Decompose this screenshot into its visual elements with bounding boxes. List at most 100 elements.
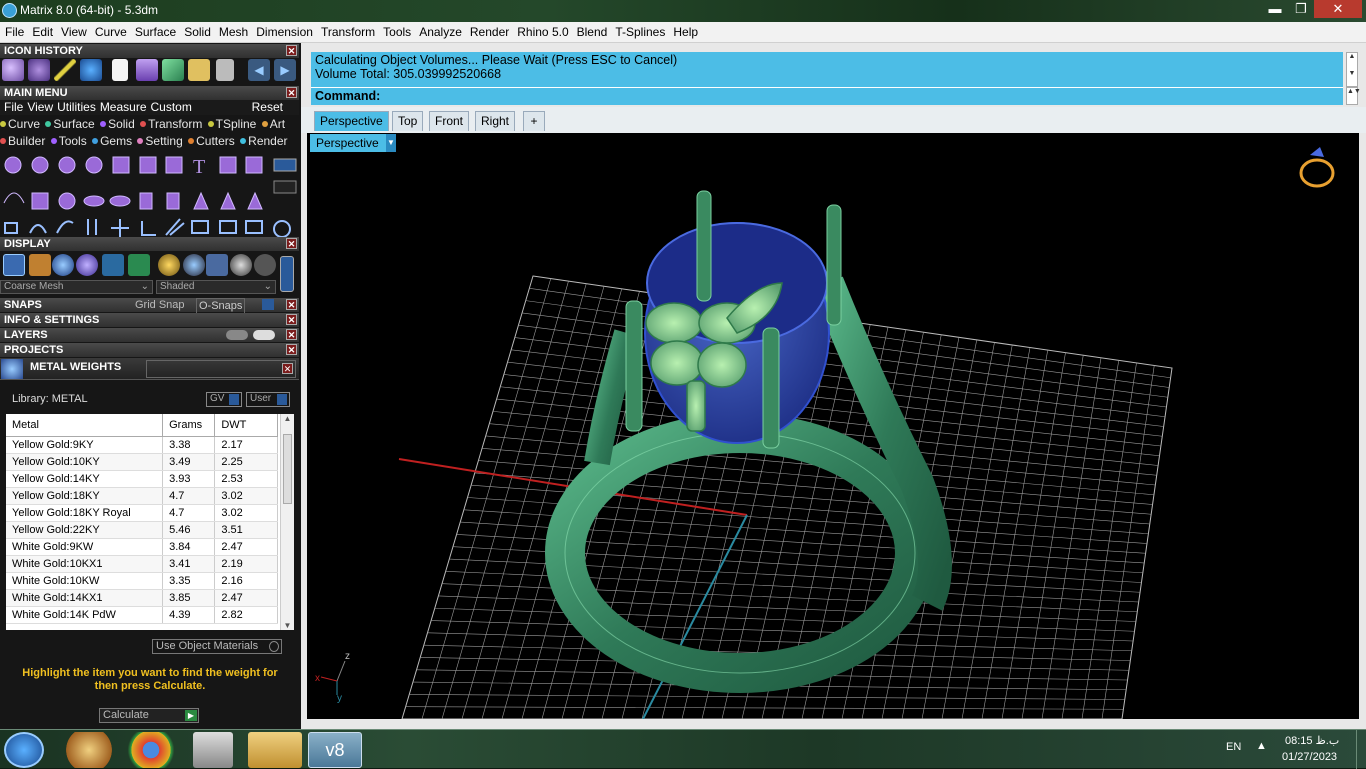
bend-icon[interactable]	[245, 220, 263, 234]
calculator-taskbar-icon[interactable]	[193, 732, 233, 768]
menu-transform[interactable]: Transform	[316, 22, 378, 39]
cone-icon[interactable]	[193, 191, 209, 210]
tab-top[interactable]: Top	[392, 111, 424, 131]
shaded-sphere-icon[interactable]	[52, 254, 74, 276]
scroll-thumb[interactable]	[283, 434, 292, 504]
menu-edit[interactable]: Edit	[27, 22, 56, 39]
table-row[interactable]: Yellow Gold:9KY 3.38 2.17	[6, 436, 278, 454]
ball-icon[interactable]	[58, 192, 76, 210]
group-icon[interactable]	[4, 222, 18, 234]
show-desktop-button[interactable]	[1356, 730, 1366, 769]
rotate-icon[interactable]	[29, 224, 47, 234]
silver-material-icon[interactable]	[183, 254, 205, 276]
tab-front[interactable]: Front	[429, 111, 470, 131]
table-row[interactable]: Yellow Gold:22KY 5.46 3.51	[6, 521, 278, 539]
category-curve[interactable]: Curve	[0, 117, 40, 131]
env-icon[interactable]	[206, 254, 228, 276]
ellipsoid-icon[interactable]	[83, 195, 105, 207]
shade-mode-select[interactable]: Shaded ⌄	[156, 280, 276, 294]
eye-icon[interactable]	[253, 330, 275, 340]
gv-toggle[interactable]: GV	[206, 392, 242, 407]
category-gems[interactable]: Gems	[92, 134, 132, 148]
close-icon[interactable]: ✕	[286, 344, 297, 355]
tab-utilities[interactable]: Utilities	[57, 100, 96, 114]
table-row[interactable]: White Gold:14KX1 3.85 2.47	[6, 589, 278, 607]
table-row[interactable]: White Gold:10KW 3.35 2.16	[6, 572, 278, 590]
scale-icon[interactable]	[56, 220, 74, 234]
flow-icon[interactable]	[191, 220, 209, 234]
text-tool-icon[interactable]: T	[193, 156, 205, 178]
tab-measure[interactable]: Measure	[100, 100, 147, 114]
sphere-icon[interactable]	[4, 156, 22, 174]
menu-tools[interactable]: Tools	[378, 22, 414, 39]
rendered-sphere-icon[interactable]	[76, 254, 98, 276]
curve-interp-icon[interactable]	[58, 156, 76, 174]
add-tab-button[interactable]: +	[523, 111, 545, 131]
category-surface[interactable]: Surface	[45, 117, 95, 131]
matrix-taskbar-icon[interactable]: v8	[308, 732, 362, 768]
osnaps-toggle[interactable]: O-Snaps	[196, 298, 246, 314]
main-menu-header[interactable]: MAIN MENU ✕	[0, 86, 299, 100]
pan-icon[interactable]	[29, 254, 51, 276]
surface-tool-icon[interactable]	[162, 59, 184, 81]
clock-time[interactable]: 08:15 ب.ظ	[1285, 734, 1339, 747]
grid-view-icon[interactable]	[3, 254, 25, 276]
table-row[interactable]: Yellow Gold:14KY 3.93 2.53	[6, 470, 278, 488]
toggle-icon[interactable]	[273, 158, 297, 172]
column-header-dwt[interactable]: DWT	[214, 414, 278, 437]
layers-header[interactable]: LAYERS ✕	[0, 328, 299, 342]
icon-history-header[interactable]: ICON HISTORY ✕	[0, 44, 299, 58]
tab-file[interactable]: File	[4, 100, 23, 114]
menu-surface[interactable]: Surface	[130, 22, 179, 39]
cylinder-icon[interactable]	[219, 156, 237, 174]
projects-header[interactable]: PROJECTS ✕	[0, 343, 299, 357]
calculate-button[interactable]: Calculate ▶	[99, 708, 199, 723]
menu-file[interactable]: File	[0, 22, 27, 39]
chrome-taskbar-icon[interactable]	[124, 732, 178, 768]
start-button[interactable]	[4, 732, 44, 768]
menu-view[interactable]: View	[56, 22, 90, 39]
move-icon[interactable]	[111, 219, 129, 237]
history-scrollbar[interactable]: ▲ ▼	[1346, 52, 1358, 87]
menu-dimension[interactable]: Dimension	[251, 22, 316, 39]
category-tools[interactable]: Tools	[50, 134, 87, 148]
close-icon[interactable]: ✕	[286, 45, 297, 56]
menu-blend[interactable]: Blend	[572, 22, 611, 39]
toggle-off-icon[interactable]	[273, 180, 297, 194]
solid-tool-icon[interactable]	[28, 59, 50, 81]
box-icon[interactable]	[112, 156, 130, 174]
box-tool-icon[interactable]	[136, 59, 158, 81]
menu-help[interactable]: Help	[668, 22, 701, 39]
pipe-icon[interactable]	[166, 192, 180, 210]
close-icon[interactable]: ✕	[286, 87, 297, 98]
gold-material-icon[interactable]	[158, 254, 180, 276]
layer-visibility-icon[interactable]	[226, 330, 248, 340]
category-transform[interactable]: Transform	[140, 117, 202, 131]
restore-button[interactable]: ❐	[1288, 0, 1314, 18]
use-object-materials-toggle[interactable]: Use Object Materials	[152, 639, 282, 654]
scroll-down-icon[interactable]: ▼	[1347, 70, 1357, 77]
gem-tool-icon[interactable]	[80, 59, 102, 81]
close-icon[interactable]: ✕	[286, 299, 297, 310]
truncated-cone-icon[interactable]	[247, 191, 263, 210]
user-toggle[interactable]: User	[246, 392, 290, 407]
table-row[interactable]: Yellow Gold:18KY 4.7 3.02	[6, 487, 278, 505]
page-icon[interactable]	[216, 59, 234, 81]
display-header[interactable]: DISPLAY ✕	[0, 237, 299, 251]
menu-curve[interactable]: Curve	[90, 22, 130, 39]
snaps-header[interactable]: SNAPS Grid Snap O-Snaps ✕	[0, 298, 299, 314]
curve-points-icon[interactable]	[31, 156, 49, 174]
menu-solid[interactable]: Solid	[179, 22, 214, 39]
category-builder[interactable]: Builder	[0, 134, 45, 148]
table-row[interactable]: White Gold:14K PdW 4.39 2.82	[6, 606, 278, 624]
menu-analyze[interactable]: Analyze	[414, 22, 465, 39]
no-render-icon[interactable]	[254, 254, 276, 276]
cube-icon[interactable]	[139, 156, 157, 174]
tab-custom[interactable]: Custom	[151, 100, 192, 114]
tab-perspective[interactable]: Perspective	[314, 111, 389, 131]
category-cutters[interactable]: Cutters	[188, 134, 235, 148]
perspective-viewport[interactable]: Perspective ▼ z x y	[307, 133, 1359, 719]
info-settings-header[interactable]: INFO & SETTINGS ✕	[0, 313, 299, 327]
close-icon[interactable]: ✕	[282, 363, 293, 374]
ghost-view-icon[interactable]	[102, 254, 124, 276]
